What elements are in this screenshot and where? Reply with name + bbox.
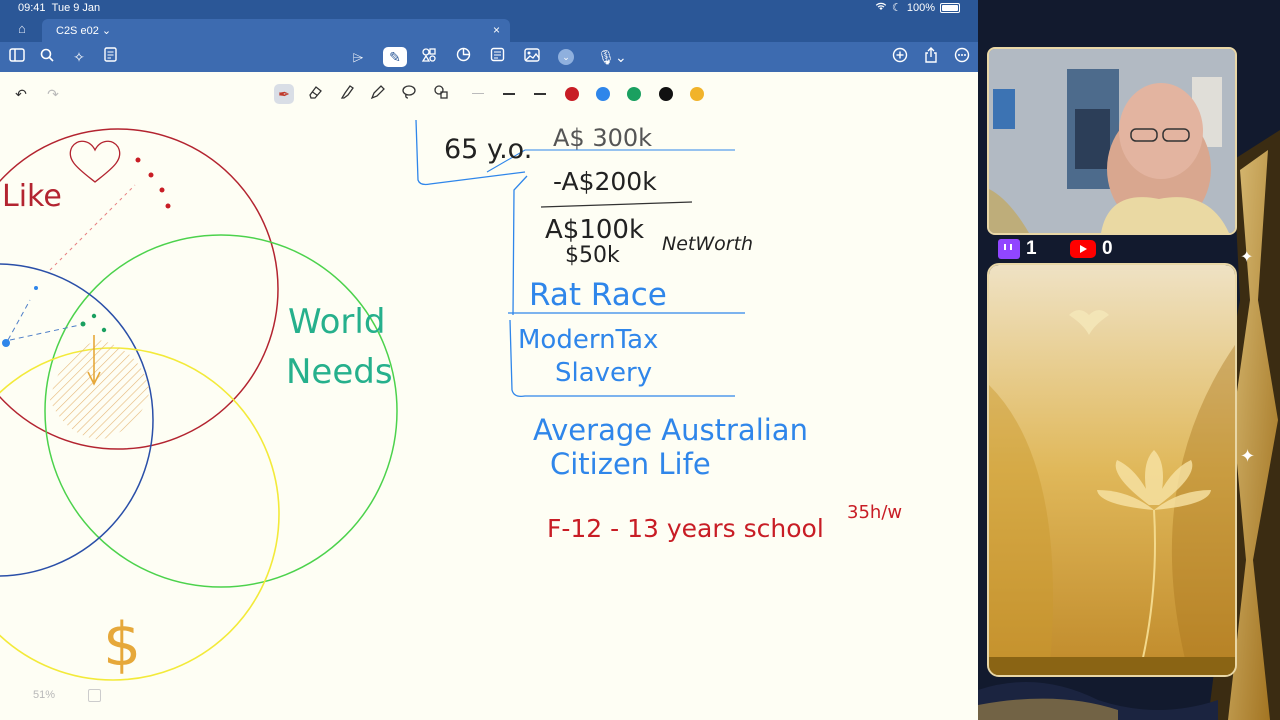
decorative-art-frame xyxy=(987,263,1237,677)
webcam-image xyxy=(989,49,1235,233)
note-50k: $50k xyxy=(565,243,620,268)
ipad-screen: 09:41 Tue 9 Jan ☾ 100% ⌂ C2S e02 ⌄ × ✧ ⌲ xyxy=(0,0,978,720)
lotus-artwork xyxy=(989,265,1235,675)
label-world: World xyxy=(288,302,385,342)
zoom-level[interactable]: 51% xyxy=(33,689,55,701)
heart-drawing xyxy=(69,140,121,183)
youtube-count: 0 xyxy=(1102,238,1113,259)
label-dollar: $ xyxy=(103,610,141,680)
label-like: Like xyxy=(2,179,62,214)
note-average-australian: Average Australian xyxy=(533,413,808,447)
note-modern-tax: ModernTax xyxy=(518,325,658,355)
webcam-feed xyxy=(987,47,1237,235)
note-300k: A$ 300k xyxy=(553,124,652,152)
note-slavery: Slavery xyxy=(555,358,652,388)
stream-overlay: ✦ ✦ 1 0 xyxy=(978,0,1280,720)
note-networth: NetWorth xyxy=(662,233,753,255)
youtube-icon xyxy=(1070,240,1096,258)
note-200k: -A$200k xyxy=(553,167,657,196)
viewer-counts: 1 0 xyxy=(998,238,1238,262)
label-needs: Needs xyxy=(286,352,393,392)
note-age: 65 y.o. xyxy=(444,134,532,165)
note-rat-race: Rat Race xyxy=(529,277,667,313)
note-100k: A$100k xyxy=(545,215,644,245)
note-canvas[interactable]: Like World Needs $ 65 y.o. A$ 300k -A$20… xyxy=(0,0,978,720)
page-thumbnail-icon[interactable] xyxy=(88,689,101,702)
svg-text:✦: ✦ xyxy=(1240,249,1253,266)
note-school: F-12 - 13 years school xyxy=(547,514,824,543)
note-hours: 35h/w xyxy=(847,502,902,523)
svg-text:✦: ✦ xyxy=(1240,446,1255,466)
note-citizen-life: Citizen Life xyxy=(550,447,711,481)
twitch-icon xyxy=(998,239,1020,259)
twitch-count: 1 xyxy=(1026,238,1037,259)
